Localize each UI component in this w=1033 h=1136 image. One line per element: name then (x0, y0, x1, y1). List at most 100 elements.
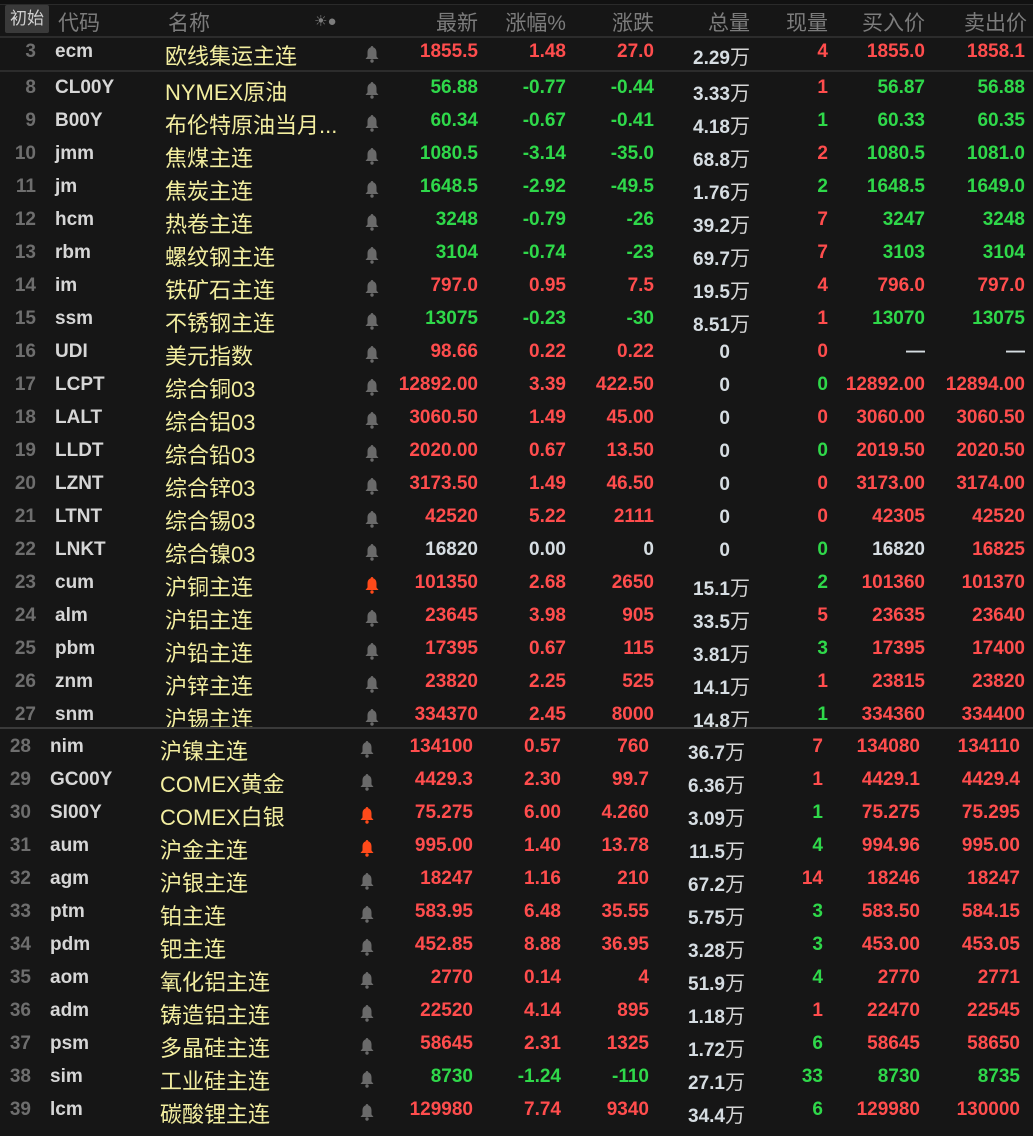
row-chg: 7.5 (627, 275, 654, 296)
row-index: 14 (14, 275, 36, 296)
row-vol: 4.18万 (693, 110, 750, 139)
bell-alert-icon[interactable] (359, 905, 375, 923)
table-row[interactable]: 3 ecm 欧线集运主连 1855.5 1.48 27.0 2.29万 4 1855.0 1858… (0, 36, 1033, 69)
header-code[interactable]: 代码 (58, 7, 100, 37)
header-bid[interactable]: 买入价 (862, 7, 925, 37)
header-last[interactable]: 最新 (436, 7, 478, 37)
table-row[interactable]: 12 hcm 热卷主连 3248 -0.79 -26 39.2万 7 3247 3248 (0, 204, 1033, 237)
header-chg[interactable]: 涨跌 (612, 7, 654, 37)
table-row[interactable]: 15 ssm 不锈钢主连 13075 -0.23 -30 8.51万 1 13070 13075 (0, 303, 1033, 336)
row-code: nim (50, 736, 84, 757)
bell-alert-icon[interactable] (359, 740, 375, 758)
bell-alert-icon[interactable] (364, 81, 380, 99)
row-last: 17395 (425, 638, 478, 659)
row-ask: 17400 (972, 638, 1025, 659)
bell-alert-icon[interactable] (359, 1070, 375, 1088)
row-bid: 16820 (872, 539, 925, 560)
table-row[interactable]: 10 jmm 焦煤主连 1080.5 -3.14 -35.0 68.8万 2 1080.5 108… (0, 138, 1033, 171)
table-row[interactable]: 31 aum 沪金主连 995.00 1.40 13.78 11.5万 4 994.96 995.… (0, 830, 1028, 863)
table-row[interactable]: 14 im 铁矿石主连 797.0 0.95 7.5 19.5万 4 796.0 797.0 (0, 270, 1033, 303)
row-chg: 99.7 (612, 769, 649, 790)
bell-alert-icon[interactable] (364, 279, 380, 297)
header-vol[interactable]: 总量 (708, 7, 750, 37)
table-row[interactable]: 29 GC00Y COMEX黄金 4429.3 2.30 99.7 6.36万 1 4429.1… (0, 764, 1028, 797)
bell-alert-icon[interactable] (364, 708, 380, 726)
table-row[interactable]: 36 adm 铸造铝主连 22520 4.14 895 1.18万 1 22470 22545 (0, 995, 1028, 1028)
vol-value: 0 (719, 375, 730, 396)
vol-value: 68.8 (693, 150, 730, 171)
table-row[interactable]: 35 aom 氧化铝主连 2770 0.14 4 51.9万 4 2770 2771 (0, 962, 1028, 995)
header-pct[interactable]: 涨幅% (505, 7, 566, 37)
bell-alert-icon[interactable] (364, 213, 380, 231)
table-row[interactable]: 22 LNKT 综合镍03 16820 0.00 0 0 0 16820 16825 (0, 534, 1033, 567)
vol-value: 34.4 (688, 1106, 725, 1127)
bell-alert-icon[interactable] (364, 675, 380, 693)
bell-alert-icon[interactable] (364, 477, 380, 495)
row-bid: 3060.00 (856, 407, 925, 428)
bell-alert-icon[interactable] (364, 147, 380, 165)
bell-alert-icon[interactable] (364, 114, 380, 132)
table-row[interactable]: 25 pbm 沪铅主连 17395 0.67 115 3.81万 3 17395 17400 (0, 633, 1033, 666)
table-header: 初始 代码 名称 ☀● 最新 涨幅% 涨跌 总量 现量 买入价 卖出价 (0, 4, 1033, 36)
bell-alert-icon[interactable] (359, 1037, 375, 1055)
table-row[interactable]: 8 CL00Y NYMEX原油 56.88 -0.77 -0.44 3.33万 1 56.87 5… (0, 72, 1033, 105)
bell-alert-icon[interactable] (359, 971, 375, 989)
bell-alert-icon[interactable] (364, 345, 380, 363)
row-vol: 14.1万 (693, 671, 750, 700)
table-row[interactable]: 21 LTNT 综合锡03 42520 5.22 2111 0 0 42305 42520 (0, 501, 1033, 534)
table-row[interactable]: 23 cum 沪铜主连 101350 2.68 2650 15.1万 2 101360 10137… (0, 567, 1033, 600)
init-button[interactable]: 初始 (5, 5, 49, 33)
row-pct: 0.00 (529, 539, 566, 560)
bell-alert-icon[interactable] (359, 872, 375, 890)
table-row[interactable]: 39 lcm 碳酸锂主连 129980 7.74 9340 34.4万 6 129980 1300… (0, 1094, 1028, 1127)
table-row[interactable]: 26 znm 沪锌主连 23820 2.25 525 14.1万 1 23815 23820 (0, 666, 1033, 699)
table-row[interactable]: 24 alm 沪铝主连 23645 3.98 905 33.5万 5 23635 23640 (0, 600, 1033, 633)
bell-alert-icon[interactable] (364, 543, 380, 561)
table-row[interactable]: 9 B00Y 布伦特原油当月... 60.34 -0.67 -0.41 4.18万 1 60.3… (0, 105, 1033, 138)
table-row[interactable]: 18 LALT 综合铝03 3060.50 1.49 45.00 0 0 3060.00 3060… (0, 402, 1033, 435)
bell-alert-icon[interactable] (364, 411, 380, 429)
bell-alert-icon[interactable] (364, 510, 380, 528)
table-row[interactable]: 16 UDI 美元指数 98.66 0.22 0.22 0 0 — — (0, 336, 1033, 369)
bell-alert-icon[interactable] (359, 1103, 375, 1121)
bell-alert-icon[interactable] (364, 576, 380, 594)
header-settings-icon[interactable]: ☀● (314, 12, 337, 30)
table-row[interactable]: 17 LCPT 综合铜03 12892.00 3.39 422.50 0 0 12892.00 1… (0, 369, 1033, 402)
bell-alert-icon[interactable] (364, 246, 380, 264)
vol-value: 15.1 (693, 579, 730, 600)
bell-alert-icon[interactable] (359, 839, 375, 857)
bell-alert-icon[interactable] (364, 180, 380, 198)
bell-alert-icon[interactable] (364, 45, 380, 63)
bell-alert-icon[interactable] (364, 378, 380, 396)
bell-alert-icon[interactable] (359, 806, 375, 824)
row-vol: 1.76万 (693, 176, 750, 205)
table-row[interactable]: 20 LZNT 综合锌03 3173.50 1.49 46.50 0 0 3173.00 3174… (0, 468, 1033, 501)
row-vol: 15.1万 (693, 572, 750, 601)
bell-alert-icon[interactable] (364, 642, 380, 660)
bell-alert-icon[interactable] (359, 1004, 375, 1022)
bell-alert-icon[interactable] (359, 938, 375, 956)
table-row[interactable]: 28 nim 沪镍主连 134100 0.57 760 36.7万 7 134080 134110 (0, 731, 1028, 764)
header-cur[interactable]: 现量 (786, 7, 828, 37)
table-row[interactable]: 32 agm 沪银主连 18247 1.16 210 67.2万 14 18246 18247 (0, 863, 1028, 896)
bell-alert-icon[interactable] (359, 773, 375, 791)
table-row[interactable]: 30 SI00Y COMEX白银 75.275 6.00 4.260 3.09万 1 75.27… (0, 797, 1028, 830)
table-row[interactable]: 11 jm 焦炭主连 1648.5 -2.92 -49.5 1.76万 2 1648.5 1649… (0, 171, 1033, 204)
header-ask[interactable]: 卖出价 (964, 7, 1027, 37)
table-row[interactable]: 37 psm 多晶硅主连 58645 2.31 1325 1.72万 6 58645 58650 (0, 1028, 1028, 1061)
table-row[interactable]: 33 ptm 铂主连 583.95 6.48 35.55 5.75万 3 583.50 584.1… (0, 896, 1028, 929)
table-row[interactable]: 19 LLDT 综合铅03 2020.00 0.67 13.50 0 0 2019.50 2020… (0, 435, 1033, 468)
bell-alert-icon[interactable] (364, 609, 380, 627)
table-row[interactable]: 13 rbm 螺纹钢主连 3104 -0.74 -23 69.7万 7 3103 3104 (0, 237, 1033, 270)
row-index: 26 (14, 671, 36, 692)
table-row[interactable]: 34 pdm 钯主连 452.85 8.88 36.95 3.28万 3 453.00 453.0… (0, 929, 1028, 962)
row-pct: 0.67 (529, 638, 566, 659)
bell-alert-icon[interactable] (364, 444, 380, 462)
row-name: 沪锌主连 (165, 674, 254, 699)
row-cur: 3 (817, 638, 828, 659)
table-row[interactable]: 38 sim 工业硅主连 8730 -1.24 -110 27.1万 33 8730 8735 (0, 1061, 1028, 1094)
row-last: 12892.00 (398, 374, 478, 395)
row-bid: 13070 (872, 308, 925, 329)
header-name[interactable]: 名称 (168, 7, 210, 37)
bell-alert-icon[interactable] (364, 312, 380, 330)
